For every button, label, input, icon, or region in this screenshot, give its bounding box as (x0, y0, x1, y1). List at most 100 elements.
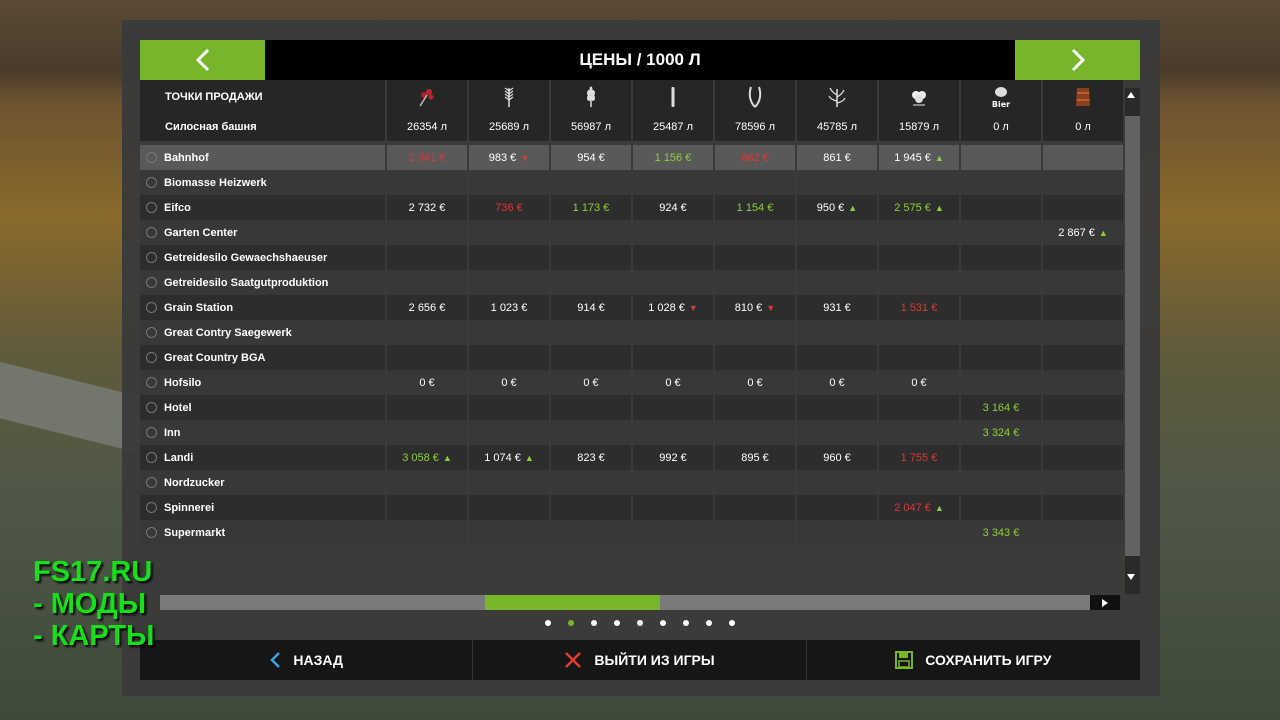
statistics-icon[interactable] (146, 351, 157, 363)
table-row[interactable]: Eifco 2 732 € 736 € 1 173 € 924 € 1 154 € 950 … (140, 195, 1125, 220)
price-cell (1042, 295, 1125, 320)
selling-point-name: Supermarkt (140, 520, 387, 545)
page-dot[interactable] (683, 620, 689, 626)
price-cell (714, 170, 797, 195)
statistics-icon[interactable] (146, 326, 157, 338)
price-cell (714, 220, 797, 245)
table-row[interactable]: Getreidesilo Saatgutproduktion (140, 270, 1125, 295)
floppy-disk-icon (895, 651, 914, 669)
page-indicator (545, 620, 735, 630)
price-cell: 1 028 € ▼ (632, 295, 715, 320)
statistics-icon[interactable] (146, 426, 157, 438)
statistics-icon[interactable] (146, 151, 157, 163)
statistics-icon[interactable] (146, 201, 157, 213)
price-cell: 1 945 € ▲ (878, 145, 961, 170)
table-row[interactable]: Spinnerei 2 047 € ▲ (140, 495, 1125, 520)
price-value: 2 656 € (408, 301, 446, 314)
selling-point-label: Great Contry Saegewerk (164, 326, 292, 339)
scroll-right-button[interactable] (1090, 595, 1120, 610)
price-value: 3 164 € (982, 401, 1020, 414)
bottom-action-bar: НАЗАД ВЫЙТИ ИЗ ИГРЫ СОХРАНИТЬ ИГРУ (140, 640, 1140, 680)
price-value: 736 € (495, 201, 523, 214)
price-cell (796, 520, 879, 545)
statistics-icon[interactable] (146, 526, 157, 538)
statistics-icon[interactable] (146, 176, 157, 188)
page-title: ЦЕНЫ / 1000 Л (579, 50, 701, 69)
statistics-icon[interactable] (146, 401, 157, 413)
statistics-icon[interactable] (146, 451, 157, 463)
prev-page-button[interactable] (140, 40, 265, 80)
table-row[interactable]: Great Country BGA (140, 345, 1125, 370)
bier-label: Bier (992, 100, 1010, 109)
price-cell (1042, 495, 1125, 520)
scroll-up-arrow-icon[interactable] (1127, 92, 1135, 98)
price-cell (386, 270, 469, 295)
selling-point-name: Biomasse Heizwerk (140, 170, 387, 195)
table-row[interactable]: Biomasse Heizwerk (140, 170, 1125, 195)
page-dot[interactable] (591, 620, 597, 626)
table-row[interactable]: Bahnhof 2 341 € 983 € ▼ 954 € 1 156 € 662 € 861… (140, 145, 1125, 170)
selling-point-name: Bahnhof (140, 145, 387, 170)
statistics-icon[interactable] (146, 301, 157, 313)
statistics-icon[interactable] (146, 501, 157, 513)
selling-point-label: Inn (164, 426, 181, 439)
price-cell (960, 245, 1043, 270)
table-header-row: ТОЧКИ ПРОДАЖИ Bier (140, 80, 1125, 113)
vertical-scrollbar[interactable] (1125, 88, 1140, 594)
vertical-scroll-thumb[interactable] (1125, 116, 1140, 556)
table-row[interactable]: Landi 3 058 € ▲ 1 074 € ▲ 823 €992 €895 €960 … (140, 445, 1125, 470)
stalk-icon (671, 86, 675, 107)
statistics-icon[interactable] (146, 276, 157, 288)
statistics-icon[interactable] (146, 476, 157, 488)
table-row[interactable]: Nordzucker (140, 470, 1125, 495)
table-row[interactable]: Grain Station 2 656 €1 023 €914 €1 028 € ▼… (140, 295, 1125, 320)
page-dot[interactable] (706, 620, 712, 626)
statistics-icon[interactable] (146, 226, 157, 238)
statistics-icon[interactable] (146, 251, 157, 263)
back-label: НАЗАД (293, 652, 343, 668)
selling-points-header: ТОЧКИ ПРОДАЖИ (140, 80, 387, 113)
price-cell (796, 245, 879, 270)
price-cell (878, 170, 961, 195)
table-row[interactable]: Supermarkt 3 343 € (140, 520, 1125, 545)
page-dot[interactable] (545, 620, 551, 626)
horizontal-scrollbar[interactable] (160, 595, 1110, 610)
trend-up-icon: ▲ (848, 202, 858, 213)
price-value: 954 € (577, 151, 605, 164)
back-button[interactable]: НАЗАД (140, 640, 474, 680)
table-row[interactable]: Great Contry Saegewerk (140, 320, 1125, 345)
price-cell (632, 220, 715, 245)
statistics-icon[interactable] (146, 376, 157, 388)
price-cell (960, 495, 1043, 520)
scroll-down-arrow-icon[interactable] (1127, 574, 1135, 580)
column-corn (796, 80, 879, 113)
page-dot[interactable] (660, 620, 666, 626)
price-value: 1 074 € (484, 451, 521, 464)
page-dot[interactable] (568, 620, 574, 626)
table-row[interactable]: Hofsilo 0 € 0 € 0 € 0 € 0 € 0 € 0 € (140, 370, 1125, 395)
horizontal-scroll-thumb[interactable] (485, 595, 660, 610)
price-cell (878, 345, 961, 370)
price-cell (960, 220, 1043, 245)
table-row[interactable]: Inn 3 324 € (140, 420, 1125, 445)
price-cell (796, 470, 879, 495)
next-page-button[interactable] (1015, 40, 1140, 80)
table-row[interactable]: Hotel 3 164 € (140, 395, 1125, 420)
save-game-button[interactable]: СОХРАНИТЬ ИГРУ (807, 640, 1140, 680)
price-cell (550, 420, 633, 445)
page-dot[interactable] (729, 620, 735, 626)
table-row[interactable]: Garten Center 2 867 € ▲ (140, 220, 1125, 245)
selling-point-label: Getreidesilo Gewaechshaeuser (164, 251, 328, 264)
quit-game-button[interactable]: ВЫЙТИ ИЗ ИГРЫ (473, 640, 807, 680)
price-cell (1042, 195, 1125, 220)
price-cell: 0 € (632, 370, 715, 395)
page-dot[interactable] (637, 620, 643, 626)
page-dot[interactable] (614, 620, 620, 626)
price-cell (714, 270, 797, 295)
table-row[interactable]: Getreidesilo Gewaechshaeuser (140, 245, 1125, 270)
price-cell: 1 755 € (878, 445, 961, 470)
selling-point-name: Great Contry Saegewerk (140, 320, 387, 345)
price-cell (1042, 370, 1125, 395)
price-cell (632, 520, 715, 545)
price-cell: 931 € (796, 295, 879, 320)
